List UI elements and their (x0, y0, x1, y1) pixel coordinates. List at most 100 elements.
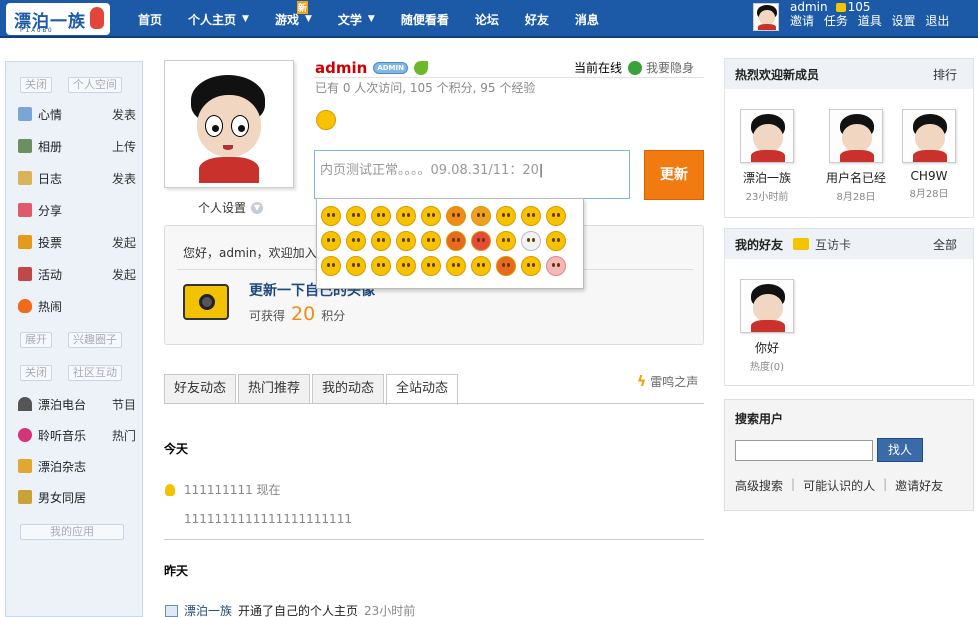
emoji-icon[interactable] (521, 206, 541, 226)
emoji-icon[interactable] (521, 231, 541, 251)
friend-avatar[interactable] (740, 279, 794, 333)
sidebar-item-music[interactable]: 聆听音乐 热门 (18, 425, 136, 445)
tab-hot[interactable]: 热门推荐 (238, 374, 311, 404)
poll-action-link[interactable]: 发起 (112, 234, 136, 251)
emoji-icon[interactable] (521, 256, 541, 276)
nav-games[interactable]: 游戏新 ▼ (275, 0, 312, 28)
emoji-icon[interactable] (396, 256, 416, 276)
emoji-icon[interactable] (321, 256, 341, 276)
expand-interest-button[interactable]: 展开 (20, 332, 52, 348)
tab-my-feed[interactable]: 我的动态 (312, 374, 385, 404)
emoji-icon[interactable] (446, 256, 466, 276)
tasks-link[interactable]: 任务 (824, 14, 848, 28)
nav-friends[interactable]: 好友 (525, 11, 549, 28)
ranking-link[interactable]: 排行 (933, 66, 957, 83)
invite-link[interactable]: 邀请 (790, 14, 814, 28)
feed-user-link[interactable]: 漂泊一族 (184, 602, 232, 617)
visit-card-link[interactable]: 互访卡 (793, 236, 851, 253)
emoji-icon[interactable] (421, 206, 441, 226)
close-community-button[interactable]: 关闭 (20, 365, 52, 381)
thunder-link[interactable]: ϟ 雷鸣之声 (637, 373, 698, 390)
mood-action-link[interactable]: 发表 (112, 106, 136, 123)
emoji-icon[interactable] (496, 206, 516, 226)
chevron-down-icon[interactable]: ▼ (305, 14, 312, 24)
community-pill[interactable]: 社区互动 (68, 365, 122, 381)
settings-link[interactable]: 设置 (892, 14, 916, 28)
emoji-icon[interactable] (321, 206, 341, 226)
site-logo[interactable]: 漂泊一族 PIAOBO (6, 3, 110, 35)
sidebar-item-album[interactable]: 相册 上传 (18, 136, 136, 156)
sidebar-item-magazine[interactable]: 漂泊杂志 (18, 456, 136, 476)
hide-link[interactable]: 我要隐身 (646, 59, 694, 76)
profile-name[interactable]: admin ADMIN (315, 59, 428, 77)
emoji-icon[interactable] (371, 256, 391, 276)
emoji-icon[interactable] (446, 231, 466, 251)
radio-action-link[interactable]: 节目 (112, 396, 136, 413)
interest-circles-pill[interactable]: 兴趣圈子 (68, 332, 122, 348)
emoji-icon[interactable] (546, 206, 566, 226)
sidebar-item-share[interactable]: 分享 (18, 200, 136, 220)
emoji-icon[interactable] (471, 206, 491, 226)
status-input[interactable]: 内页测试正常。。。。09.08.31/11：20| (314, 150, 630, 199)
emoji-icon[interactable] (371, 231, 391, 251)
event-action-link[interactable]: 发起 (112, 266, 136, 283)
member-card[interactable]: 漂泊一族 23小时前 (735, 109, 799, 203)
member-name[interactable]: 漂泊一族 (735, 169, 799, 186)
emoji-icon[interactable] (446, 206, 466, 226)
sidebar-item-event[interactable]: 活动 发起 (18, 264, 136, 284)
member-card[interactable]: 用户名已经 8月28日 (816, 109, 896, 203)
emoji-icon[interactable] (396, 206, 416, 226)
member-avatar[interactable] (829, 109, 883, 163)
emoji-icon[interactable] (421, 256, 441, 276)
blog-action-link[interactable]: 发表 (112, 170, 136, 187)
nav-forum[interactable]: 论坛 (475, 11, 499, 28)
user-avatar[interactable] (753, 3, 779, 31)
invite-friends-link[interactable]: 邀请好友 (895, 477, 943, 494)
album-action-link[interactable]: 上传 (112, 138, 136, 155)
my-apps-button[interactable]: 我的应用 (20, 524, 124, 540)
avatar-settings-link[interactable]: 个人设置 ▼ (198, 199, 264, 216)
logout-link[interactable]: 退出 (925, 14, 949, 28)
emoji-icon[interactable] (371, 206, 391, 226)
user-search-input[interactable] (735, 440, 873, 461)
member-name[interactable]: CH9W (897, 169, 961, 183)
sidebar-item-cohabit[interactable]: 男女同居 (18, 487, 136, 507)
member-avatar[interactable] (740, 109, 794, 163)
people-you-may-know-link[interactable]: 可能认识的人 (803, 477, 875, 494)
sidebar-item-poll[interactable]: 投票 发起 (18, 232, 136, 252)
music-action-link[interactable]: 热门 (112, 427, 136, 444)
profile-avatar[interactable] (164, 60, 294, 188)
emoji-icon[interactable] (421, 231, 441, 251)
emoji-icon[interactable] (471, 231, 491, 251)
friend-name[interactable]: 你好 (735, 339, 799, 356)
nav-messages[interactable]: 消息 (575, 11, 599, 28)
chevron-down-icon[interactable]: ▼ (368, 14, 375, 24)
nav-home[interactable]: 首页 (138, 11, 162, 28)
emoji-icon[interactable] (471, 256, 491, 276)
emoji-icon[interactable] (346, 231, 366, 251)
sidebar-item-radio[interactable]: 漂泊电台 节目 (18, 394, 136, 414)
all-friends-link[interactable]: 全部 (933, 236, 957, 253)
nav-browse[interactable]: 随便看看 (401, 11, 449, 28)
chevron-down-icon[interactable]: ▼ (251, 201, 264, 214)
emoji-icon[interactable] (496, 231, 516, 251)
emoji-icon[interactable] (346, 256, 366, 276)
nav-literature[interactable]: 文学 ▼ (338, 11, 375, 28)
personal-space-pill[interactable]: 个人空间 (68, 77, 122, 93)
emoji-icon[interactable] (546, 231, 566, 251)
sidebar-item-buzz[interactable]: 热闹 (18, 296, 136, 316)
member-avatar[interactable] (902, 109, 956, 163)
tab-site-feed[interactable]: 全站动态 (386, 374, 459, 405)
update-status-button[interactable]: 更新 (644, 150, 704, 200)
pig-emoji-icon[interactable] (546, 256, 566, 276)
friend-card[interactable]: 你好 热度(0) (735, 279, 799, 373)
emoji-icon[interactable] (396, 231, 416, 251)
sidebar-item-blog[interactable]: 日志 发表 (18, 168, 136, 188)
emoji-icon[interactable] (346, 206, 366, 226)
emoji-icon[interactable] (321, 231, 341, 251)
username[interactable]: admin (790, 0, 828, 14)
close-personal-space-button[interactable]: 关闭 (20, 77, 52, 93)
props-link[interactable]: 道具 (858, 14, 882, 28)
advanced-search-link[interactable]: 高级搜索 (735, 477, 783, 494)
member-card[interactable]: CH9W 8月28日 (897, 109, 961, 200)
